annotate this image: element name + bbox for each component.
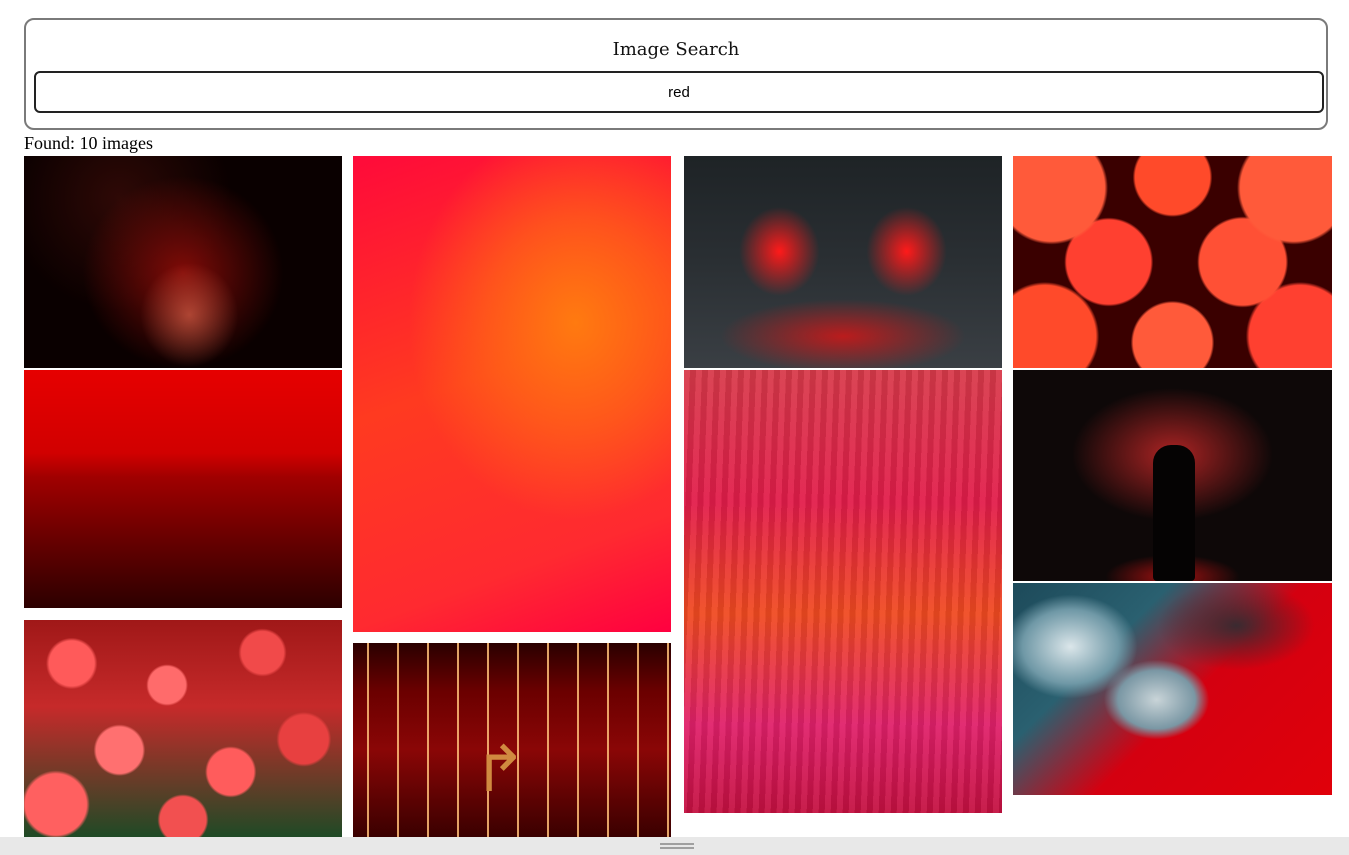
bottom-resize-bar[interactable]	[0, 837, 1349, 855]
image-tile-red-gradient[interactable]	[353, 156, 671, 632]
search-panel: Image Search	[24, 18, 1328, 130]
resize-grip-icon[interactable]	[660, 843, 694, 845]
results-count: Found: 10 images	[24, 133, 153, 153]
image-tile-marble-abstract[interactable]	[1013, 583, 1332, 795]
arrow-sign-icon: ↱	[473, 733, 527, 807]
search-input[interactable]	[34, 71, 1324, 113]
silhouette-figure	[1153, 445, 1195, 581]
image-tile-lanterns[interactable]	[1013, 156, 1332, 368]
image-tile-puddle-reflection[interactable]	[684, 156, 1002, 368]
search-title: Image Search	[612, 39, 740, 60]
image-tile-red-flowers[interactable]	[24, 620, 342, 837]
image-tile-smoke-silhouette[interactable]	[1013, 370, 1332, 581]
image-tile-fireworks[interactable]	[24, 156, 342, 368]
image-tile-red-sea[interactable]	[24, 370, 342, 608]
image-tile-neon-arrow[interactable]: ↱	[353, 643, 671, 837]
image-tile-paint-strokes[interactable]	[684, 370, 1002, 813]
